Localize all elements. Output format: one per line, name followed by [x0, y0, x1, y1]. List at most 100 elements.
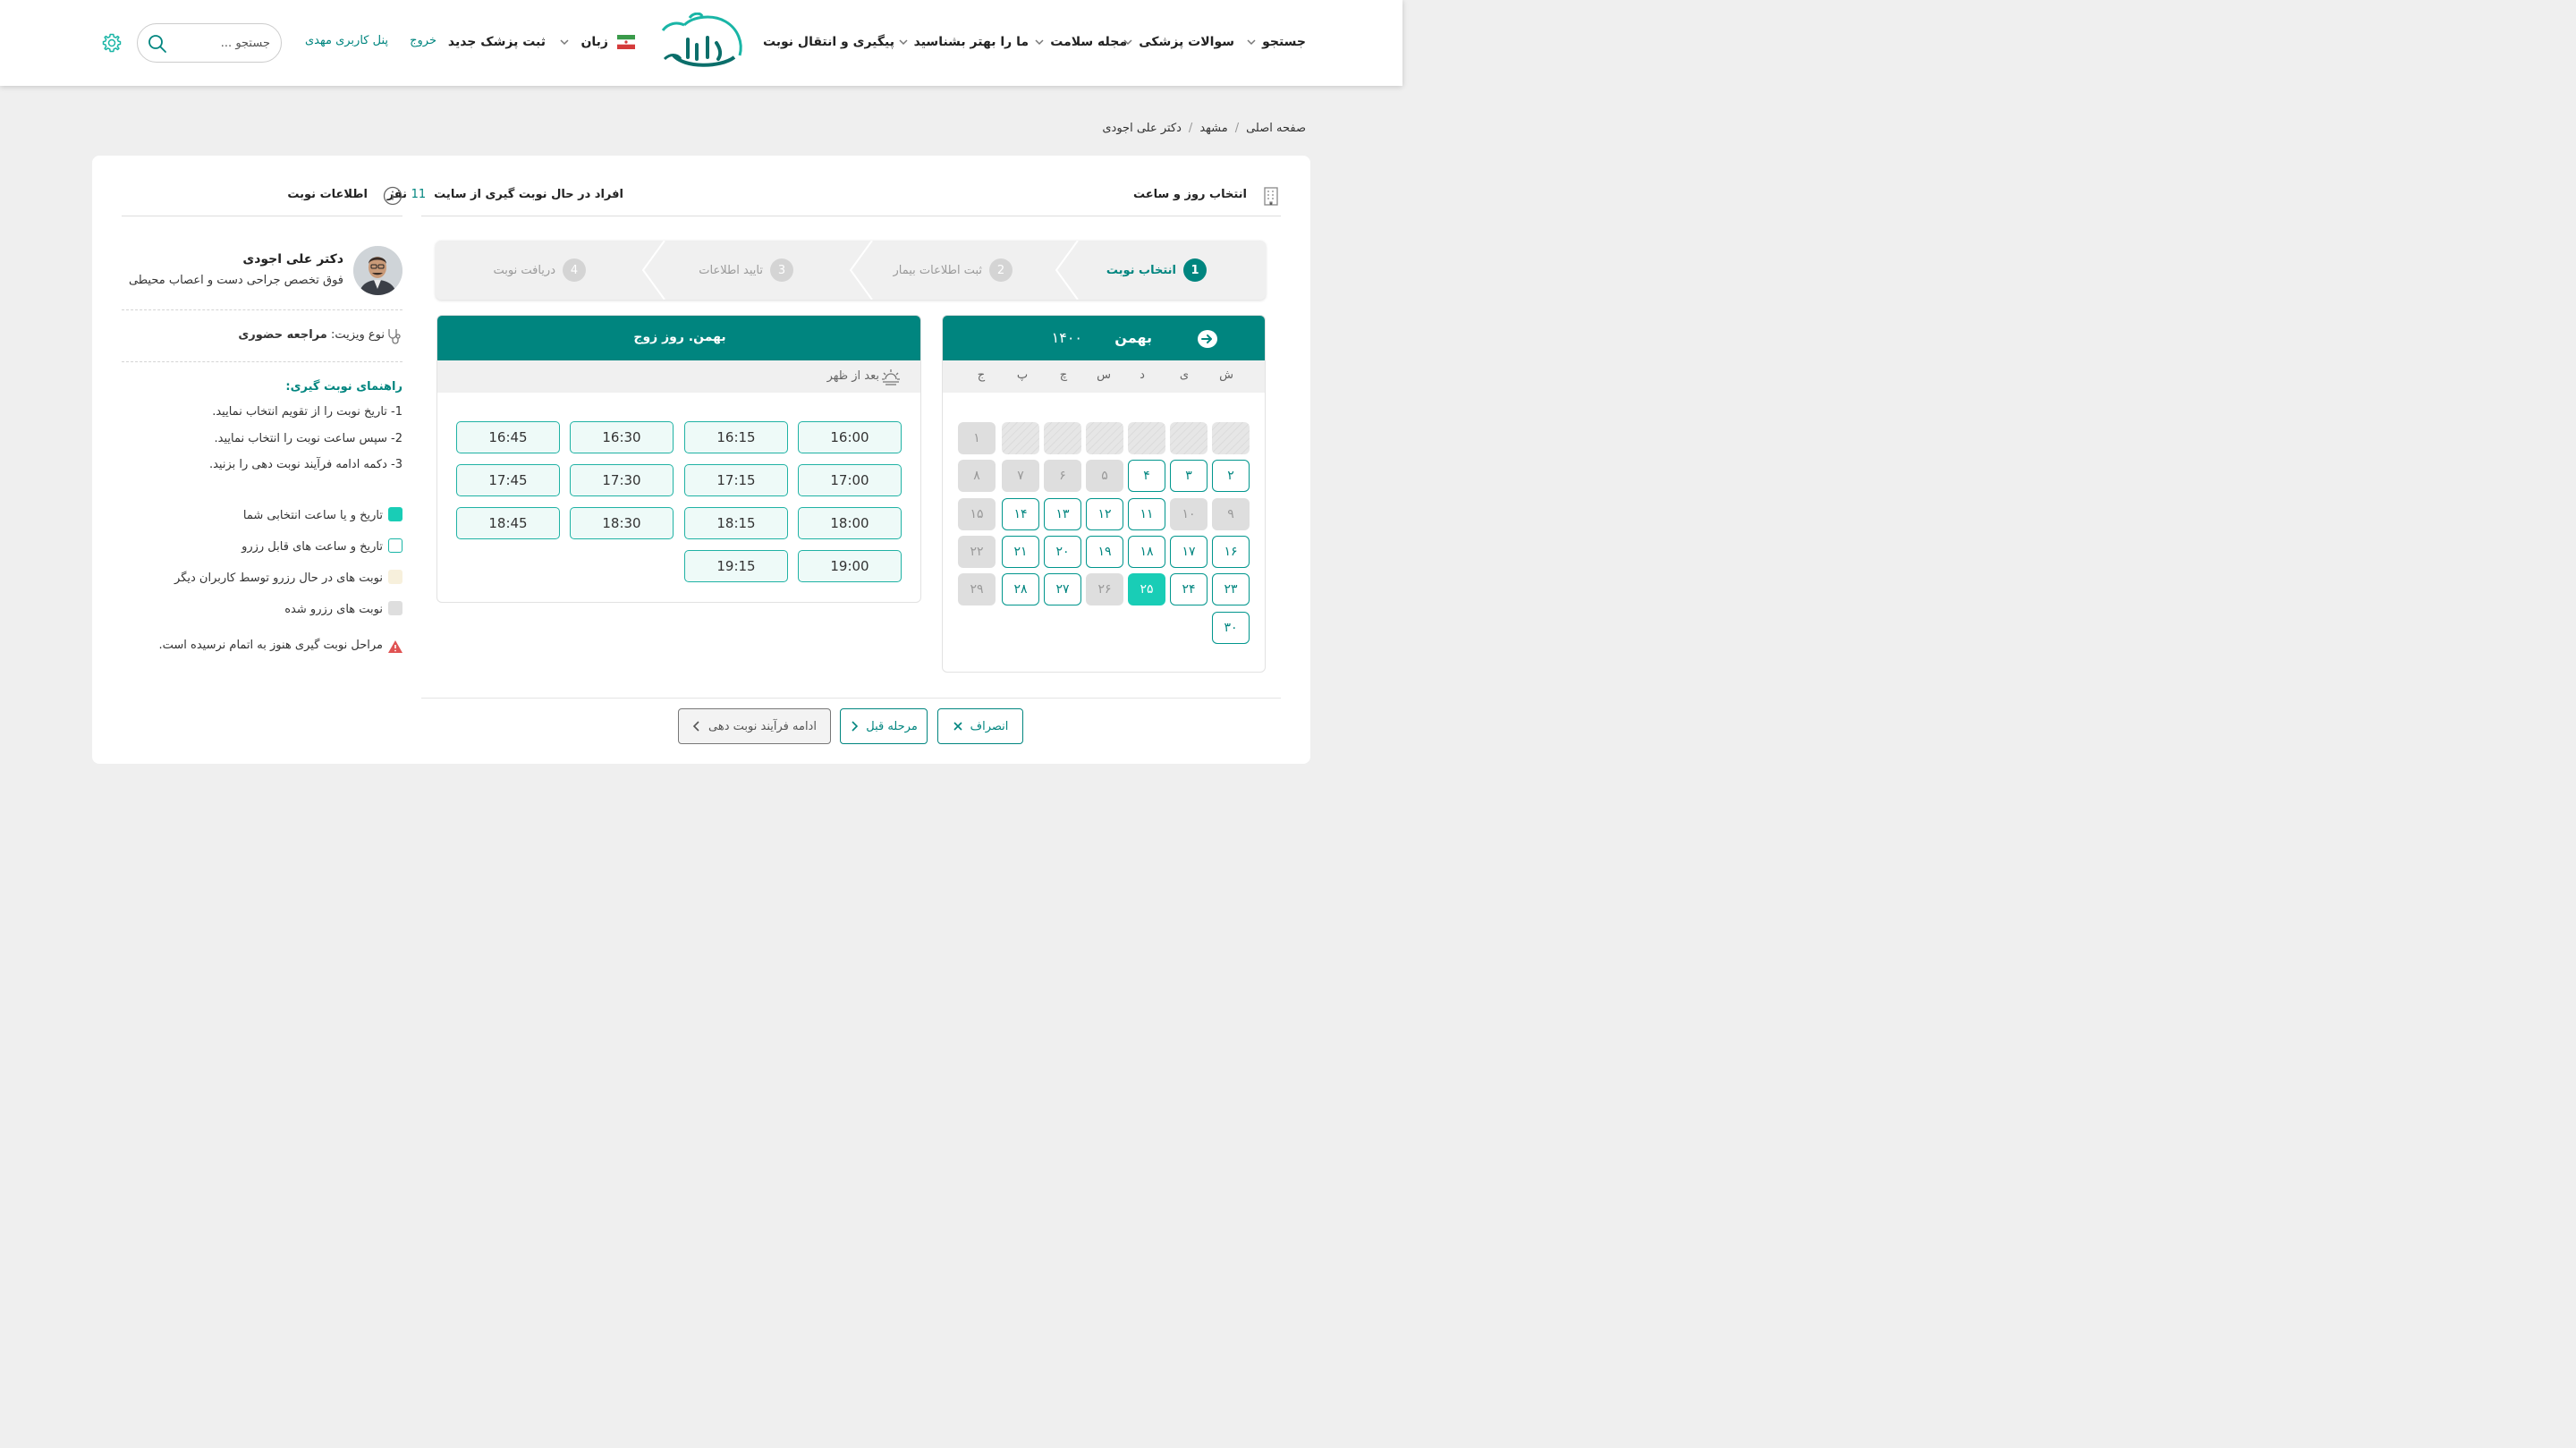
calendar-day[interactable]: ۱۲ — [1086, 497, 1123, 530]
visit-type-value: مراجعه حضوری — [238, 328, 327, 342]
nav-label: مجله سلامت — [1050, 35, 1127, 49]
calendar-day[interactable]: ۳ — [1170, 460, 1208, 493]
weekday-label: پ — [1016, 368, 1029, 382]
user-panel-link[interactable]: پنل کاربری مهدی — [305, 34, 388, 47]
breadcrumb-home[interactable]: صفحه اصلی — [1246, 122, 1306, 135]
step-number: 2 — [989, 258, 1013, 282]
time-slot-button[interactable]: 19:15 — [684, 550, 788, 582]
calendar-year: ۱۴۰۰ — [1051, 329, 1082, 346]
calendar-empty-cell — [1128, 422, 1165, 454]
step-separator — [641, 241, 665, 300]
logo-icon — [661, 12, 742, 67]
search-box — [137, 23, 282, 63]
calendar-day[interactable]: ۱۷ — [1170, 535, 1208, 568]
calendar-empty-cell — [1002, 422, 1039, 454]
doctor-specialty: فوق تخصص جراحی دست و اعصاب محیطی — [128, 274, 343, 287]
calendar-day[interactable]: ۲۵ — [1128, 573, 1165, 606]
calendar-day: ۵ — [1086, 460, 1123, 493]
time-slot-button[interactable]: 18:15 — [684, 507, 788, 539]
time-slot-button[interactable]: 16:45 — [456, 421, 560, 453]
calendar-day[interactable]: ۲۷ — [1044, 573, 1081, 606]
chevron-down-icon — [899, 39, 908, 46]
time-slot-button[interactable]: 17:15 — [684, 464, 788, 496]
online-users-text: افراد در حال نوبت گیری از سایت 11 نفر — [387, 188, 623, 201]
calendar-day: ۱۵ — [958, 497, 996, 530]
calendar-empty-cell — [1086, 422, 1123, 454]
calendar-day[interactable]: ۱۱ — [1128, 497, 1165, 530]
time-slot-button[interactable]: 17:30 — [570, 464, 674, 496]
period-label: بعد از ظهر — [826, 369, 879, 383]
nav-item-search[interactable]: جستجو — [1246, 32, 1306, 52]
site-logo[interactable] — [657, 12, 745, 72]
online-prefix: افراد در حال نوبت گیری از سایت — [434, 188, 623, 201]
calendar-day: ۷ — [1002, 460, 1039, 493]
doctor-name: دکتر علی اجودی — [242, 252, 343, 267]
step-1: 1 انتخاب نوبت — [1106, 258, 1207, 282]
step-label: ثبت اطلاعات بیمار — [893, 263, 982, 277]
visit-type-label: نوع ویزیت: — [330, 328, 385, 342]
guide-step: 1- تاریخ نوبت را از تقویم انتخاب نمایید. — [212, 405, 402, 419]
calendar-day[interactable]: ۱۸ — [1128, 535, 1165, 568]
cancel-button[interactable]: انصراف — [937, 708, 1023, 744]
language-selector[interactable]: زبان — [559, 32, 635, 52]
register-doctor-link[interactable]: ثبت پزشک جدید — [448, 32, 546, 52]
calendar-day[interactable]: ۴ — [1128, 460, 1165, 493]
continue-button[interactable]: ادامه فرآیند نوبت دهی — [678, 708, 831, 744]
continue-label: ادامه فرآیند نوبت دهی — [708, 719, 817, 733]
calendar-day: ۲۹ — [958, 573, 996, 606]
divider — [421, 698, 1281, 699]
time-slot-button[interactable]: 16:30 — [570, 421, 674, 453]
time-slot-button[interactable]: 17:45 — [456, 464, 560, 496]
step-separator — [849, 241, 873, 300]
next-month-button[interactable] — [1198, 330, 1217, 348]
calendar-empty-cell — [1170, 422, 1208, 454]
building-icon — [1264, 187, 1278, 206]
weekday-label: ش — [1219, 368, 1233, 382]
weekday-row: ش ی د س چ پ ج — [943, 360, 1265, 393]
nav-item-medical-questions[interactable]: سوالات پزشکی — [1123, 32, 1234, 52]
calendar-day[interactable]: ۱۳ — [1044, 497, 1081, 530]
search-icon[interactable] — [148, 34, 167, 54]
info-title: اطلاعات نوبت — [287, 188, 368, 201]
calendar-day[interactable]: ۱۶ — [1212, 535, 1250, 568]
time-slot-button[interactable]: 17:00 — [798, 464, 902, 496]
step-number: 4 — [563, 258, 586, 282]
breadcrumb-city[interactable]: مشهد — [1199, 122, 1227, 135]
step-number: 1 — [1183, 258, 1207, 282]
nav-item-health-magazine[interactable]: مجله سلامت — [1034, 32, 1127, 52]
weekday-label: د — [1140, 368, 1145, 382]
slots-title: بهمن. روز زوج — [633, 330, 726, 344]
calendar-day[interactable]: ۱۴ — [1002, 497, 1039, 530]
breadcrumb-doctor: دکتر علی اجودی — [1102, 122, 1182, 135]
doctor-photo — [353, 246, 402, 295]
step-number: 3 — [770, 258, 793, 282]
calendar-day[interactable]: ۲۴ — [1170, 573, 1208, 606]
time-slot-button[interactable]: 18:00 — [798, 507, 902, 539]
language-label: زبان — [580, 35, 608, 49]
nav-item-track-appointment[interactable]: پیگیری و انتقال نوبت — [763, 32, 894, 52]
chevron-down-icon — [560, 39, 569, 46]
calendar-day[interactable]: ۲ — [1212, 460, 1250, 493]
time-slot-button[interactable]: 18:30 — [570, 507, 674, 539]
step-separator — [1055, 241, 1079, 300]
logout-link[interactable]: خروج — [410, 34, 436, 47]
search-input[interactable] — [174, 33, 270, 53]
time-slot-button[interactable]: 18:45 — [456, 507, 560, 539]
guide-title: راهنمای نوبت گیری: — [285, 380, 402, 394]
nav-item-about-us[interactable]: ما را بهتر بشناسید — [898, 32, 1029, 52]
gear-icon[interactable] — [101, 32, 123, 54]
slots-period-bar: بعد از ظهر — [437, 360, 920, 393]
step-label: تایید اطلاعات — [699, 263, 763, 277]
calendar-day: ۱۰ — [1170, 497, 1208, 530]
prev-step-button[interactable]: مرحله قبل — [840, 708, 928, 744]
time-slot-button[interactable]: 19:00 — [798, 550, 902, 582]
calendar-day[interactable]: ۳۰ — [1212, 611, 1250, 644]
calendar-day[interactable]: ۱۹ — [1086, 535, 1123, 568]
step-3: 3 تایید اطلاعات — [699, 258, 793, 282]
calendar-day[interactable]: ۲۳ — [1212, 573, 1250, 606]
calendar-day[interactable]: ۲۱ — [1002, 535, 1039, 568]
time-slot-button[interactable]: 16:00 — [798, 421, 902, 453]
calendar-day[interactable]: ۲۰ — [1044, 535, 1081, 568]
time-slot-button[interactable]: 16:15 — [684, 421, 788, 453]
calendar-day[interactable]: ۲۸ — [1002, 573, 1039, 606]
